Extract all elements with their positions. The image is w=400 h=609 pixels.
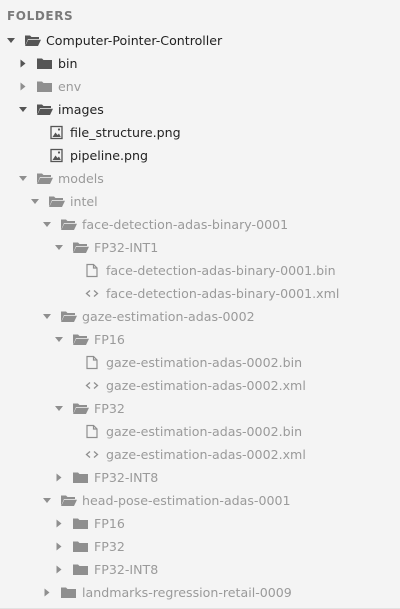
disclosure-collapsed-icon[interactable] <box>54 466 72 489</box>
disclosure-expanded-icon[interactable] <box>54 328 72 351</box>
tree-file-item[interactable]: gaze-estimation-adas-0002.xml <box>0 374 400 397</box>
folder-open-icon <box>48 190 68 213</box>
tree-folder-item[interactable]: Computer-Pointer-Controller <box>0 29 400 52</box>
tree-folder-item[interactable]: images <box>0 98 400 121</box>
folder-open-icon <box>72 236 92 259</box>
tree-folder-item[interactable]: models <box>0 167 400 190</box>
tree-item-label: env <box>58 79 82 94</box>
tree-item-label: gaze-estimation-adas-0002.xml <box>106 447 306 462</box>
folder-icon <box>36 52 56 75</box>
folders-header: FOLDERS <box>7 9 74 23</box>
tree-folder-item[interactable]: env <box>0 75 400 98</box>
tree-item-label: FP32-INT8 <box>94 562 159 577</box>
disclosure-expanded-icon[interactable] <box>18 98 36 121</box>
folder-icon <box>72 558 92 581</box>
folder-open-icon <box>36 98 56 121</box>
tree-item-label: intel <box>70 194 98 209</box>
tree-file-item[interactable]: gaze-estimation-adas-0002.bin <box>0 351 400 374</box>
tree-folder-item[interactable]: FP32 <box>0 535 400 558</box>
tree-item-label: FP16 <box>94 516 125 531</box>
tree-item-label: FP32-INT1 <box>94 240 159 255</box>
tree-folder-item[interactable]: FP32 <box>0 397 400 420</box>
tree-item-label: models <box>58 171 104 186</box>
code-file-icon <box>84 374 104 397</box>
tree-file-item[interactable]: face-detection-adas-binary-0001.bin <box>0 259 400 282</box>
tree-item-label: pipeline.png <box>70 148 148 163</box>
disclosure-expanded-icon[interactable] <box>54 236 72 259</box>
file-tree: Computer-Pointer-Controller bin env images f… <box>0 29 400 604</box>
tree-item-label: images <box>58 102 104 117</box>
tree-item-label: FP32 <box>94 539 125 554</box>
folder-icon <box>72 535 92 558</box>
tree-folder-item[interactable]: face-detection-adas-binary-0001 <box>0 213 400 236</box>
folder-icon <box>36 75 56 98</box>
tree-file-item[interactable]: gaze-estimation-adas-0002.xml <box>0 443 400 466</box>
folder-open-icon <box>72 328 92 351</box>
tree-folder-item[interactable]: head-pose-estimation-adas-0001 <box>0 489 400 512</box>
folder-icon <box>72 512 92 535</box>
tree-item-label: gaze-estimation-adas-0002.xml <box>106 378 306 393</box>
tree-folder-item[interactable]: bin <box>0 52 400 75</box>
tree-folder-item[interactable]: gaze-estimation-adas-0002 <box>0 305 400 328</box>
tree-item-label: head-pose-estimation-adas-0001 <box>82 493 291 508</box>
tree-item-label: FP32 <box>94 401 125 416</box>
tree-item-label: FP32-INT8 <box>94 470 159 485</box>
tree-folder-item[interactable]: intel <box>0 190 400 213</box>
tree-item-label: face-detection-adas-binary-0001 <box>82 217 289 232</box>
tree-folder-item[interactable]: FP32-INT8 <box>0 558 400 581</box>
tree-item-label: bin <box>58 56 78 71</box>
folder-icon <box>60 581 80 604</box>
tree-item-label: face-detection-adas-binary-0001.xml <box>106 286 340 301</box>
code-file-icon <box>84 443 104 466</box>
disclosure-expanded-icon[interactable] <box>6 29 24 52</box>
sidebar-folders-panel: FOLDERS Computer-Pointer-Controller bin en… <box>0 0 400 609</box>
tree-item-label: gaze-estimation-adas-0002.bin <box>106 355 303 370</box>
folder-open-icon <box>72 397 92 420</box>
document-file-icon <box>85 351 105 374</box>
tree-item-label: gaze-estimation-adas-0002.bin <box>106 424 303 439</box>
disclosure-expanded-icon[interactable] <box>18 167 36 190</box>
disclosure-collapsed-icon[interactable] <box>54 558 72 581</box>
disclosure-expanded-icon[interactable] <box>54 397 72 420</box>
tree-file-item[interactable]: pipeline.png <box>0 144 400 167</box>
tree-folder-item[interactable]: FP32-INT8 <box>0 466 400 489</box>
disclosure-collapsed-icon[interactable] <box>18 52 36 75</box>
folder-icon <box>72 466 92 489</box>
tree-item-label: file_structure.png <box>70 125 181 140</box>
tree-item-label: FP16 <box>94 332 125 347</box>
disclosure-expanded-icon[interactable] <box>42 305 60 328</box>
tree-file-item[interactable]: gaze-estimation-adas-0002.bin <box>0 420 400 443</box>
document-file-icon <box>85 420 105 443</box>
tree-folder-item[interactable]: FP16 <box>0 512 400 535</box>
tree-folder-item[interactable]: landmarks-regression-retail-0009 <box>0 581 400 604</box>
folder-open-icon <box>60 489 80 512</box>
disclosure-expanded-icon[interactable] <box>42 489 60 512</box>
tree-file-item[interactable]: face-detection-adas-binary-0001.xml <box>0 282 400 305</box>
disclosure-collapsed-icon[interactable] <box>18 75 36 98</box>
image-file-icon <box>50 121 70 144</box>
tree-item-label: face-detection-adas-binary-0001.bin <box>106 263 336 278</box>
document-file-icon <box>85 259 105 282</box>
tree-folder-item[interactable]: FP16 <box>0 328 400 351</box>
disclosure-collapsed-icon[interactable] <box>42 581 60 604</box>
folder-open-icon <box>60 305 80 328</box>
folder-open-icon <box>36 167 56 190</box>
disclosure-expanded-icon[interactable] <box>42 213 60 236</box>
folder-open-icon <box>60 213 80 236</box>
disclosure-expanded-icon[interactable] <box>30 190 48 213</box>
disclosure-collapsed-icon[interactable] <box>54 512 72 535</box>
code-file-icon <box>84 282 104 305</box>
image-file-icon <box>50 144 70 167</box>
tree-item-label: Computer-Pointer-Controller <box>46 33 223 48</box>
tree-item-label: gaze-estimation-adas-0002 <box>82 309 255 324</box>
tree-file-item[interactable]: file_structure.png <box>0 121 400 144</box>
tree-folder-item[interactable]: FP32-INT1 <box>0 236 400 259</box>
tree-item-label: landmarks-regression-retail-0009 <box>82 585 292 600</box>
disclosure-collapsed-icon[interactable] <box>54 535 72 558</box>
folder-open-icon <box>24 29 44 52</box>
